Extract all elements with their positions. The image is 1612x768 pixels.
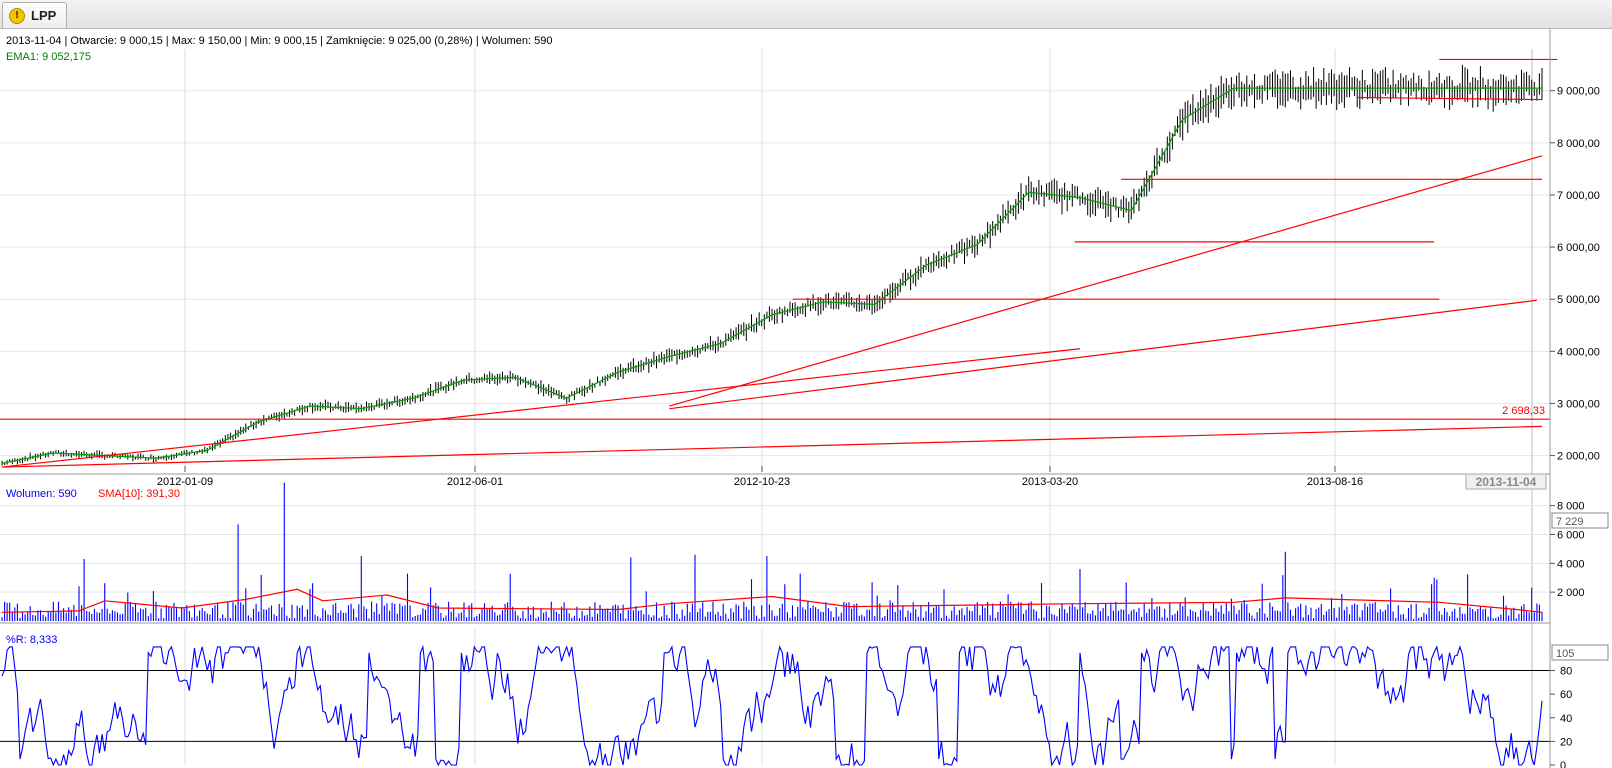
price-tick-label-7: 2 000,00 xyxy=(1557,451,1600,463)
wr-title: %R: 8,333 xyxy=(6,634,57,646)
header-ema: EMA1: 9 052,175 xyxy=(6,51,91,63)
vol-tick-label-2: 4 000 xyxy=(1557,558,1585,570)
tab-label: LPP xyxy=(31,8,57,23)
price-tick-label-1: 8 000,00 xyxy=(1557,138,1600,150)
price-tick-label-6: 3 000,00 xyxy=(1557,398,1600,410)
wr-current-label: 105 xyxy=(1556,648,1574,660)
wr-tick-label-3: 20 xyxy=(1560,736,1572,748)
tab-bar: ! LPP xyxy=(0,0,1612,29)
x-tick-label-0: 2012-01-09 xyxy=(157,476,213,488)
current-date-label: 2013-11-04 xyxy=(1476,475,1537,489)
tab-lpp[interactable]: ! LPP xyxy=(2,2,68,28)
marker-value-label: 2 698,33 xyxy=(1502,405,1545,417)
volume-legend: Wolumen: 590 xyxy=(6,488,77,500)
vol-tick-label-0: 8 000 xyxy=(1557,501,1585,513)
price-tick-label-2: 7 000,00 xyxy=(1557,190,1600,202)
wr-tick-label-2: 40 xyxy=(1560,713,1572,725)
vol-tick-label-3: 2 000 xyxy=(1557,587,1585,599)
wr-tick-label-0: 80 xyxy=(1560,666,1572,678)
vol-tick-label-1: 6 000 xyxy=(1557,529,1585,541)
price-tick-label-5: 4 000,00 xyxy=(1557,346,1600,358)
warning-icon: ! xyxy=(9,7,25,24)
x-tick-label-4: 2013-08-16 xyxy=(1307,476,1363,488)
price-tick-label-3: 6 000,00 xyxy=(1557,242,1600,254)
header-ohlc: 2013-11-04 | Otwarcie: 9 000,15 | Max: 9… xyxy=(6,35,552,47)
x-tick-label-1: 2012-06-01 xyxy=(447,476,503,488)
sma-legend: SMA[10]: 391,30 xyxy=(98,488,180,500)
x-tick-label-2: 2012-10-23 xyxy=(734,476,790,488)
price-tick-label-4: 5 000,00 xyxy=(1557,294,1600,306)
stock-chart[interactable]: 2 698,33 Wolumen: 590 SMA[10]: 391,30 %R:… xyxy=(0,29,1612,768)
vol-current-label: 7 229 xyxy=(1556,516,1584,528)
price-tick-label-0: 9 000,00 xyxy=(1557,86,1600,98)
x-tick-label-3: 2013-03-20 xyxy=(1022,476,1078,488)
wr-tick-label-1: 60 xyxy=(1560,689,1572,701)
wr-tick-label-4: 0 xyxy=(1560,760,1566,768)
